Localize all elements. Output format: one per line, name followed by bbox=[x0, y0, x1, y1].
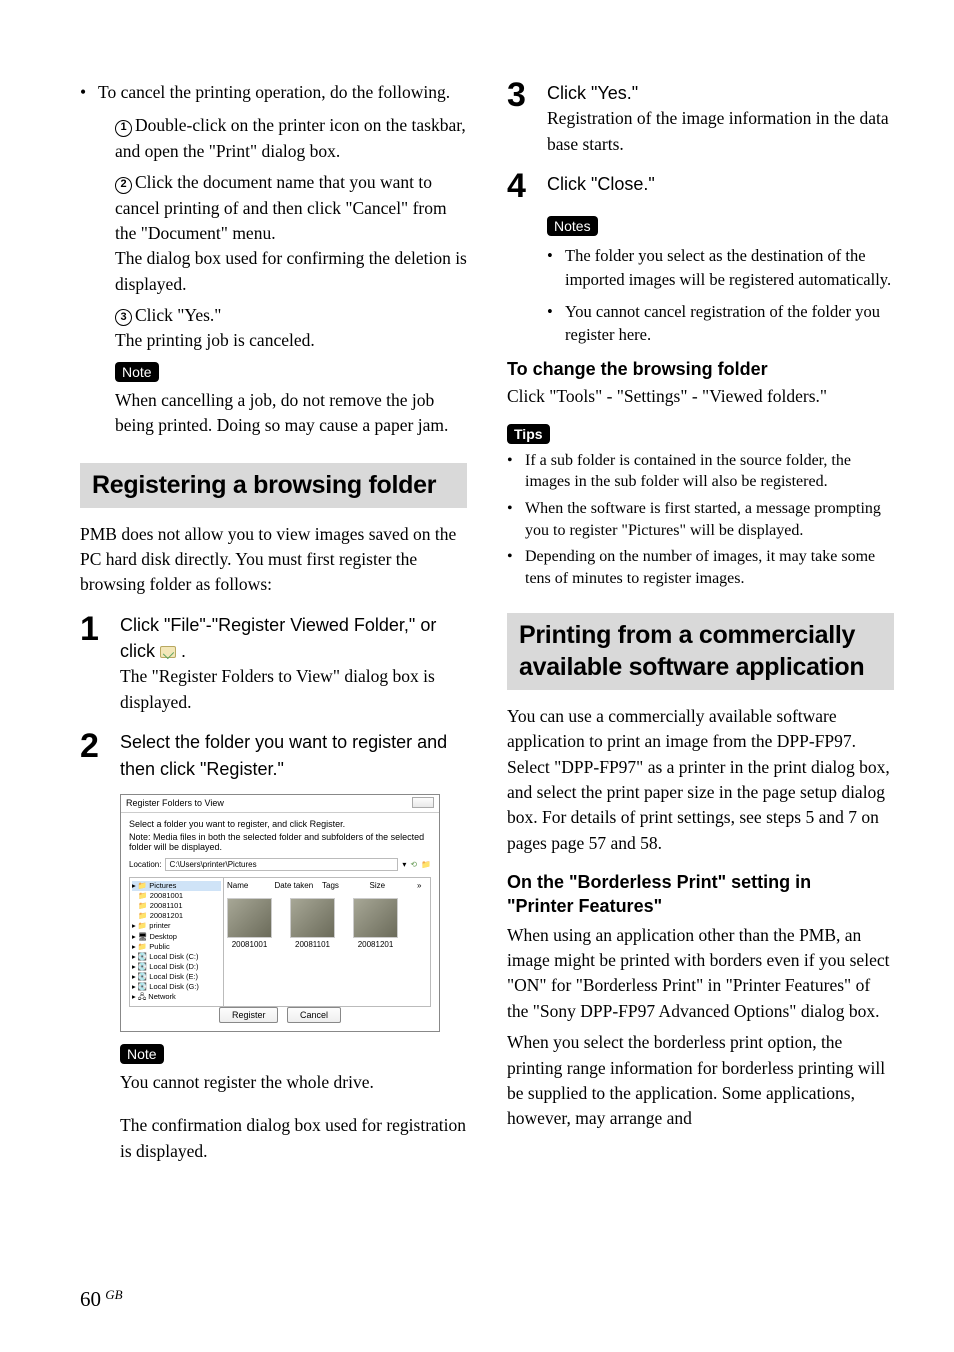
folder-tree[interactable]: ▸ 📁 Pictures 📁 20081001 📁 20081101 📁 200… bbox=[129, 877, 224, 1007]
sub-step-3: 3Click "Yes." The printing job is cancel… bbox=[115, 303, 467, 354]
region-code: GB bbox=[105, 1287, 122, 1302]
step3-instruction: Click "Yes." bbox=[547, 83, 638, 103]
change-folder-body: Click "Tools" - "Settings" - "Viewed fol… bbox=[507, 384, 894, 409]
notes-item-1: The folder you select as the destination… bbox=[565, 244, 894, 292]
note-block-2: Note You cannot register the whole drive… bbox=[120, 1044, 467, 1095]
step2-instruction: Select the folder you want to register a… bbox=[120, 732, 447, 778]
step-number-3: 3 bbox=[507, 80, 547, 157]
dialog-title: Register Folders to View bbox=[126, 798, 224, 808]
note-text: When cancelling a job, do not remove the… bbox=[115, 388, 467, 439]
cancel-intro-text: To cancel the printing operation, do the… bbox=[98, 80, 450, 105]
circle-3-icon: 3 bbox=[115, 309, 132, 326]
heading-registering: Registering a browsing folder bbox=[80, 463, 467, 508]
tip-3: Depending on the number of images, it ma… bbox=[525, 546, 894, 589]
step-3: 3 Click "Yes." Registration of the image… bbox=[507, 80, 894, 157]
register-folders-dialog: Register Folders to View Select a folder… bbox=[120, 794, 440, 1032]
thumb-3[interactable]: 20081201 bbox=[353, 898, 398, 949]
page-number: 60 bbox=[80, 1287, 101, 1311]
up-icon[interactable]: 📁 bbox=[421, 860, 431, 869]
tips-badge: Tips bbox=[507, 424, 550, 444]
page-footer: 60 GB bbox=[80, 1287, 123, 1312]
notes-block: Notes •The folder you select as the dest… bbox=[547, 216, 894, 348]
notes-item-2: You cannot cancel registration of the fo… bbox=[565, 300, 894, 348]
step1-body: The "Register Folders to View" dialog bo… bbox=[120, 664, 467, 715]
heading-commercial: Printing from a commerciallyavailable so… bbox=[507, 613, 894, 690]
note2-text: You cannot register the whole drive. bbox=[120, 1070, 467, 1095]
borderless-p2: When you select the borderless print opt… bbox=[507, 1030, 894, 1132]
dialog-line1: Select a folder you want to register, an… bbox=[129, 819, 431, 829]
note-block-1: Note When cancelling a job, do not remov… bbox=[115, 362, 467, 439]
thumb-1[interactable]: 20081001 bbox=[227, 898, 272, 949]
registering-intro: PMB does not allow you to view images sa… bbox=[80, 522, 467, 598]
thumbnail-pane[interactable]: Name Date taken Tags Size » 20081001 200… bbox=[224, 877, 431, 1007]
change-folder-heading: To change the browsing folder bbox=[507, 359, 894, 380]
tip-1: If a sub folder is contained in the sour… bbox=[525, 450, 894, 493]
step-number-1: 1 bbox=[80, 612, 120, 716]
step1-instruction: Click "File"-"Register Viewed Folder," o… bbox=[120, 615, 436, 661]
note-badge-2: Note bbox=[120, 1044, 164, 1064]
step4-instruction: Click "Close." bbox=[547, 174, 655, 194]
step-number-4: 4 bbox=[507, 171, 547, 202]
notes-badge: Notes bbox=[547, 216, 598, 236]
borderless-p1: When using an application other than the… bbox=[507, 923, 894, 1025]
step-1: 1 Click "File"-"Register Viewed Folder,"… bbox=[80, 612, 467, 716]
circle-2-icon: 2 bbox=[115, 177, 132, 194]
location-label: Location: bbox=[129, 860, 161, 869]
dropdown-icon[interactable]: ▾ bbox=[402, 860, 406, 869]
dialog-button-icon[interactable] bbox=[412, 797, 434, 808]
back-icon[interactable]: ⟲ bbox=[410, 860, 417, 869]
step-number-2: 2 bbox=[80, 729, 120, 782]
borderless-heading: On the "Borderless Print" setting in"Pri… bbox=[507, 870, 894, 919]
circle-1-icon: 1 bbox=[115, 120, 132, 137]
location-input[interactable]: C:\Users\printer\Pictures bbox=[165, 858, 398, 871]
thumb-2[interactable]: 20081101 bbox=[290, 898, 335, 949]
note-badge: Note bbox=[115, 362, 159, 382]
commercial-body: You can use a commercially available sof… bbox=[507, 704, 894, 856]
dialog-line2: Note: Media files in both the selected f… bbox=[129, 832, 431, 852]
sub-step-1: 1Double-click on the printer icon on the… bbox=[115, 113, 467, 164]
step-4: 4 Click "Close." bbox=[507, 171, 894, 202]
sub-step-2: 2Click the document name that you want t… bbox=[115, 170, 467, 297]
register-button[interactable]: Register bbox=[219, 1007, 279, 1023]
cancel-intro: • To cancel the printing operation, do t… bbox=[80, 80, 467, 105]
confirmation-text: The confirmation dialog box used for reg… bbox=[120, 1113, 467, 1164]
step3-body: Registration of the image information in… bbox=[547, 106, 894, 157]
folder-register-icon bbox=[160, 646, 176, 658]
cancel-button[interactable]: Cancel bbox=[287, 1007, 341, 1023]
step-2: 2 Select the folder you want to register… bbox=[80, 729, 467, 782]
tip-2: When the software is first started, a me… bbox=[525, 498, 894, 541]
